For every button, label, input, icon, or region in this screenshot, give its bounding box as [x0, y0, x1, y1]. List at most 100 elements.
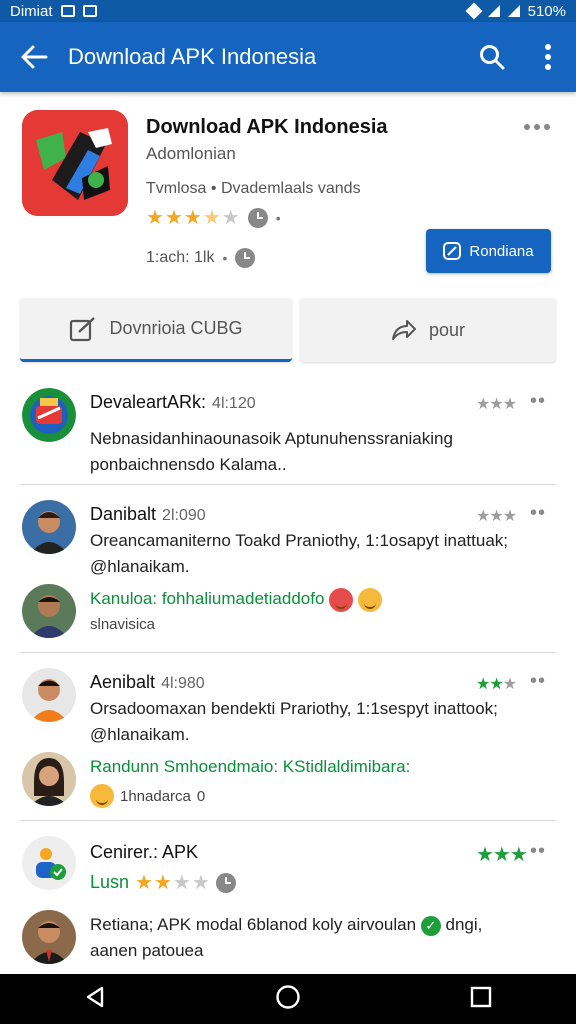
- reply-text-content: Randunn Smhoendmaio: KStidlaldimibara:: [90, 757, 411, 776]
- tab-download-label: Dovnrioia CUBG: [109, 318, 243, 338]
- review-time: 2l:090: [162, 507, 206, 524]
- back-button[interactable]: [0, 22, 68, 92]
- avatar: [22, 752, 76, 806]
- divider: [20, 652, 556, 653]
- downloads-row: 1:ach: 1lk •: [146, 248, 256, 268]
- reply-text: Randunn Smhoendmaio: KStidlaldimibara:: [90, 754, 530, 780]
- review-stars: ★★★: [476, 844, 528, 866]
- smile-emoji-icon: [90, 784, 114, 808]
- review-label-row: Lusn ★ ★ ★ ★: [90, 872, 236, 893]
- reply-text-content: Retiana; APK modal 6blanod koly airvoula…: [90, 915, 417, 934]
- review-title: DevaleartARk: 4l:120: [90, 392, 256, 413]
- developer-name[interactable]: Adomlonian: [146, 144, 236, 164]
- tab-share[interactable]: pour: [300, 298, 556, 362]
- downloads-count: 1:ach: 1lk: [146, 249, 215, 266]
- check-circle-icon: ✓: [420, 915, 441, 936]
- app-bar: Download APK Indonesia: [0, 22, 576, 92]
- list-item[interactable]: Cenirer.: APK ★★★ •• Lusn ★ ★ ★ ★: [0, 832, 576, 904]
- avatar: [22, 584, 76, 638]
- reply-sub: 1hnadarca: [120, 787, 191, 805]
- divider: [20, 484, 556, 485]
- circle-home-icon: [276, 984, 300, 1009]
- review-stars: ★★★: [476, 676, 517, 693]
- notification-icon: [60, 5, 75, 17]
- star-icon: ★: [183, 207, 202, 229]
- avatar: [22, 388, 76, 442]
- tab-download[interactable]: Dovnrioia CUBG: [20, 298, 292, 362]
- app-logo-icon: [22, 110, 128, 216]
- empty-star-icon: ★: [191, 871, 210, 894]
- carrier-label: Dimiat: [10, 2, 53, 20]
- nav-back-button[interactable]: [84, 985, 106, 1014]
- star-icon: ★: [146, 207, 164, 229]
- review-time: 4l:980: [161, 675, 205, 692]
- avatar: [22, 668, 76, 722]
- info-icon: [247, 208, 268, 228]
- signal-icon-2: [507, 5, 520, 17]
- rating-row: ★ ★ ★ ★ ★ •: [146, 208, 281, 228]
- review-title: Danibalt 2l:090: [90, 504, 206, 525]
- avatar: [22, 910, 76, 964]
- app-icon[interactable]: [22, 110, 128, 216]
- review-author: DevaleartARk:: [90, 392, 207, 412]
- half-star-icon: ★: [202, 207, 221, 229]
- kiss-emoji-icon: [329, 587, 354, 612]
- star-icon: ★: [164, 207, 183, 229]
- review-title: Cenirer.: APK: [90, 842, 198, 863]
- reply-text-content: Kanuloa: fohhaliumadetiaddofo: [90, 589, 325, 608]
- empty-star-icon: ★: [221, 207, 240, 229]
- system-nav-bar: [0, 974, 576, 1024]
- overflow-menu-button[interactable]: [520, 22, 576, 92]
- review-author: Cenirer.: APK: [90, 842, 199, 862]
- tab-bar: Dovnrioia CUBG pour: [20, 298, 556, 364]
- avatar: [22, 836, 76, 890]
- review-text: Oreancamaniterno Toakd Praniothy, 1:1osa…: [90, 531, 509, 576]
- reply-item[interactable]: Retiana; APK modal 6blanod koly airvoula…: [0, 906, 576, 974]
- rating-stars: ★ ★ ★ ★: [135, 873, 210, 893]
- smile-emoji-icon: [357, 587, 382, 612]
- list-item[interactable]: DevaleartARk: 4l:120 ★★★ •• Nebnasidanhin…: [0, 384, 576, 484]
- app-more-button[interactable]: [524, 118, 550, 136]
- review-time: 4l:120: [212, 395, 256, 412]
- review-more-button[interactable]: ••: [530, 390, 546, 413]
- review-text: Nebnasidanhinaounasoik Aptunuhenssraniak…: [90, 429, 453, 474]
- signal-icon: [487, 5, 500, 17]
- reply-count: 0: [196, 787, 206, 805]
- tab-share-label: pour: [428, 319, 466, 340]
- search-icon: [480, 45, 505, 70]
- share-icon: [391, 320, 416, 340]
- reply-sub-row: 1hnadarca 0: [90, 784, 205, 808]
- reply-item[interactable]: Kanuloa: fohhaliumadetiaddofo slnavisica: [0, 580, 576, 650]
- star-icon: ★: [135, 871, 153, 894]
- clock-icon: [235, 248, 256, 268]
- review-more-button[interactable]: ••: [530, 840, 546, 863]
- review-more-button[interactable]: ••: [530, 502, 546, 525]
- review-author: Aenibalt: [90, 672, 156, 692]
- reply-sub: slnavisica: [90, 616, 156, 633]
- nav-home-button[interactable]: [275, 984, 301, 1015]
- review-title: Aenibalt 4l:980: [90, 672, 205, 693]
- rating-stars: ★ ★ ★ ★ ★: [146, 208, 240, 228]
- avatar: [22, 500, 76, 554]
- app-header: Download APK Indonesia Adomlonian Tvmlos…: [0, 92, 576, 292]
- image-notification-icon: [82, 5, 97, 17]
- square-recents-icon: [470, 986, 491, 1007]
- reply-text: Retiana; APK modal 6blanod koly airvoula…: [90, 912, 530, 964]
- review-stars: ★★★: [476, 396, 517, 413]
- star-icon: ★: [153, 871, 172, 894]
- review-label: Lusn: [90, 872, 130, 892]
- review-text: Orsadoomaxan bendekti Prariothy, 1:1sesp…: [90, 699, 498, 744]
- search-button[interactable]: [464, 22, 520, 92]
- reply-item[interactable]: Randunn Smhoendmaio: KStidlaldimibara: 1…: [0, 748, 576, 818]
- separator-dot: •: [275, 210, 281, 226]
- wifi-icon: [465, 2, 483, 20]
- primary-action-button[interactable]: Rondiana: [426, 229, 551, 273]
- edit-icon: [443, 242, 462, 260]
- review-more-button[interactable]: ••: [530, 670, 546, 693]
- nav-recents-button[interactable]: [470, 986, 492, 1013]
- review-author: Danibalt: [90, 504, 157, 524]
- edit-square-icon: [70, 316, 96, 341]
- review-stars: ★★★: [476, 508, 517, 525]
- review-list: DevaleartARk: 4l:120 ★★★ •• Nebnasidanhin…: [0, 370, 576, 974]
- arrow-left-icon: [21, 45, 48, 69]
